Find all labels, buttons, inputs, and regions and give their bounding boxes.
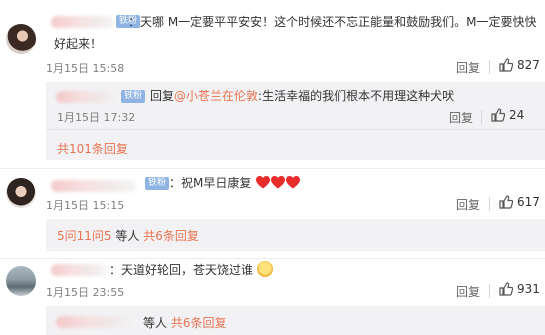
like-count: 617 xyxy=(517,195,540,209)
sub-username[interactable] xyxy=(56,91,120,103)
like-count: 931 xyxy=(517,282,540,296)
sub-reply-summary-text[interactable]: 5问11问5 等人 共6条回复 xyxy=(57,227,199,244)
comment-text-body: ：祝M早日康复 xyxy=(169,176,252,190)
comment-text: ：天道好轮回，苍天饶过谁 xyxy=(109,260,273,280)
comment-text-cont: 好起来！ xyxy=(54,37,103,51)
fan-badge: 铁粉 xyxy=(145,177,170,190)
comment-time: 1月15日 23:55 xyxy=(46,286,125,299)
more-replies-link[interactable]: 共101条回复 xyxy=(57,140,128,157)
divider xyxy=(489,60,490,74)
sub-reply-text: 回复@小苍兰在伦敦:生活幸福的我们根本不用理这种犬吠 xyxy=(150,86,454,106)
reply-count-link[interactable]: 共6条回复 xyxy=(143,229,199,243)
comment-divider xyxy=(0,258,545,259)
comment-text-body: ：天道好轮回，苍天饶过谁 xyxy=(109,263,254,277)
thumbs-up-icon xyxy=(499,282,513,296)
reply-button[interactable]: 回复 xyxy=(456,59,480,76)
comment-time: 1月15日 15:58 xyxy=(46,62,125,75)
divider xyxy=(489,197,490,211)
like-button[interactable]: 827 xyxy=(499,58,540,72)
red-heart-icon xyxy=(256,176,271,189)
red-heart-icon xyxy=(286,176,301,189)
thumbs-up-icon xyxy=(491,108,505,122)
thumbs-up-icon xyxy=(499,58,513,72)
replier-names-blurred[interactable] xyxy=(56,316,136,328)
smile-emoji-icon xyxy=(256,261,273,277)
replier-names[interactable]: 5问11问5 xyxy=(57,229,112,243)
thumbs-up-icon xyxy=(499,195,513,209)
reply-prefix: 回复 xyxy=(150,89,175,103)
username[interactable] xyxy=(51,180,137,192)
like-count: 24 xyxy=(509,108,525,122)
sub-like-button[interactable]: 24 xyxy=(491,108,524,122)
like-button[interactable]: 931 xyxy=(499,282,540,296)
avatar[interactable] xyxy=(6,178,36,208)
avatar[interactable] xyxy=(6,266,36,296)
divider xyxy=(481,110,482,124)
red-heart-icon xyxy=(271,176,286,189)
username[interactable] xyxy=(51,16,115,28)
reply-button[interactable]: 回复 xyxy=(456,196,480,213)
sub-reply-button[interactable]: 回复 xyxy=(449,109,473,126)
reply-count-link[interactable]: 共6条回复 xyxy=(171,316,227,330)
summary-mid: 等人 xyxy=(143,316,171,330)
comment-text: ：天哪 M一定要平平安安！这个时候还不忘正能量和鼓励我们。M一定要快快 xyxy=(128,15,537,29)
avatar[interactable] xyxy=(6,24,36,54)
fan-badge: 铁粉 xyxy=(121,90,146,103)
sub-reply-summary-text[interactable]: 等人 共6条回复 xyxy=(143,314,226,331)
like-count: 827 xyxy=(517,58,540,72)
comment-time: 1月15日 15:15 xyxy=(46,199,125,212)
summary-mid: 等人 xyxy=(111,229,144,243)
sub-reply-body: :生活幸福的我们根本不用理这种犬吠 xyxy=(258,89,455,103)
sub-divider xyxy=(46,129,545,130)
sub-reply-time: 1月15日 17:32 xyxy=(57,111,136,124)
comment-text: ：祝M早日康复 xyxy=(169,173,301,193)
reply-button[interactable]: 回复 xyxy=(456,283,480,300)
mention-link[interactable]: @小苍兰在伦敦 xyxy=(174,89,258,103)
like-button[interactable]: 617 xyxy=(499,195,540,209)
username[interactable] xyxy=(51,264,107,276)
divider xyxy=(489,284,490,298)
comment-divider xyxy=(0,168,545,169)
